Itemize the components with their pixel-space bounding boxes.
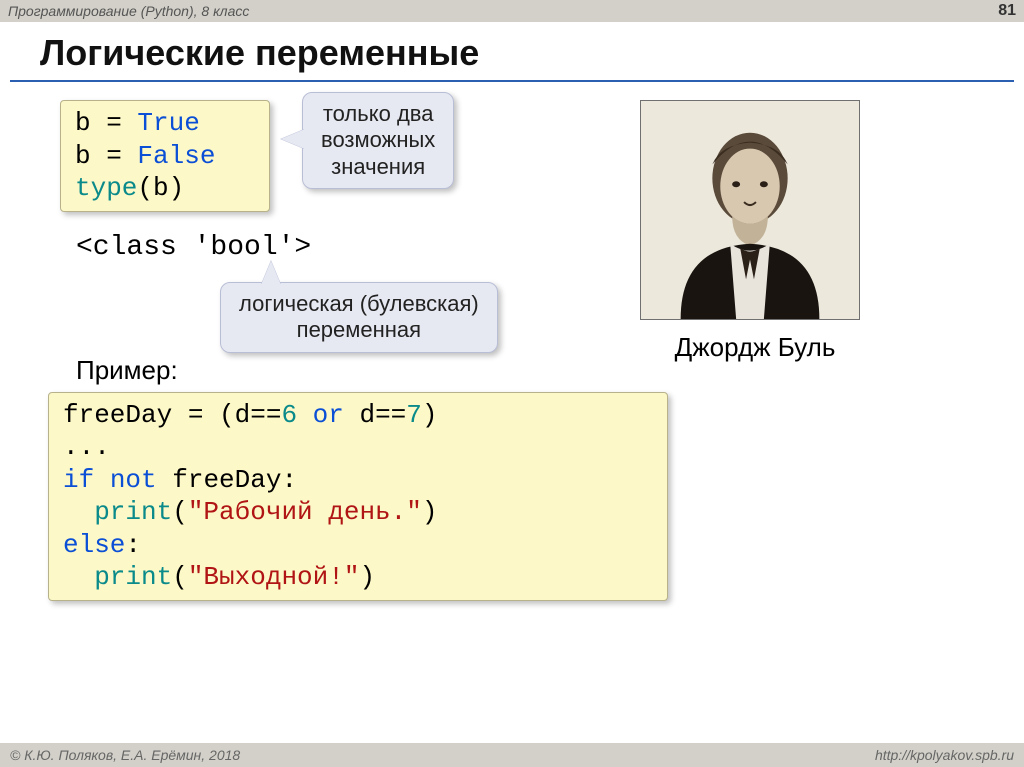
code-text: freeDay: [157, 465, 297, 495]
callout-line: переменная [239, 317, 479, 343]
person-icon [641, 101, 859, 319]
code-block-2: freeDay = (d==6 or d==7) ... if not free… [48, 392, 668, 601]
code-num: 7 [406, 400, 422, 430]
code-text: (b) [137, 173, 184, 203]
callout-line: только два [321, 101, 435, 127]
code-text: b = [75, 108, 137, 138]
code-keyword: else [63, 530, 125, 560]
code-keyword: or [297, 400, 344, 430]
content-area: b = True b = False type(b) только два во… [0, 100, 1024, 601]
code-keyword: False [137, 141, 215, 171]
footer-url: http://kpolyakov.spb.ru [875, 747, 1014, 763]
callout-line: логическая (булевская) [239, 291, 479, 317]
callout-line: значения [321, 154, 435, 180]
course-label: Программирование (Python), 8 класс [8, 3, 249, 19]
code-text: : [125, 530, 141, 560]
code-func: print [63, 562, 172, 592]
callout-line: возможных [321, 127, 435, 153]
code-text: ) [422, 497, 438, 527]
code-text: ( [172, 497, 188, 527]
callout-two-values: только два возможных значения [302, 92, 454, 189]
code-string: "Выходной!" [188, 562, 360, 592]
code-text: d== [344, 400, 406, 430]
header-bar: Программирование (Python), 8 класс 81 [0, 0, 1024, 22]
title-underline [10, 80, 1014, 82]
code-text: b = [75, 141, 137, 171]
code-block-1: b = True b = False type(b) [60, 100, 270, 212]
page-number: 81 [998, 2, 1016, 20]
portrait-caption: Джордж Буль [640, 332, 870, 363]
slide-title: Логические переменные [0, 22, 1024, 80]
code-text: ) [359, 562, 375, 592]
code-func: print [63, 497, 172, 527]
code-num: 6 [281, 400, 297, 430]
code-text: freeDay = (d== [63, 400, 281, 430]
code-func: type [75, 173, 137, 203]
code-text: ... [63, 432, 110, 462]
code-text: ) [422, 400, 438, 430]
callout-boolean-var: логическая (булевская) переменная [220, 282, 498, 353]
portrait-image [640, 100, 860, 320]
code-keyword: True [137, 108, 199, 138]
code-string: "Рабочий день." [188, 497, 422, 527]
code-keyword: if [63, 465, 94, 495]
code-keyword: not [94, 465, 156, 495]
code-text: ( [172, 562, 188, 592]
footer-bar: © К.Ю. Поляков, Е.А. Ерёмин, 2018 http:/… [0, 743, 1024, 767]
copyright: © К.Ю. Поляков, Е.А. Ерёмин, 2018 [10, 747, 240, 763]
portrait-block: Джордж Буль [640, 100, 870, 363]
